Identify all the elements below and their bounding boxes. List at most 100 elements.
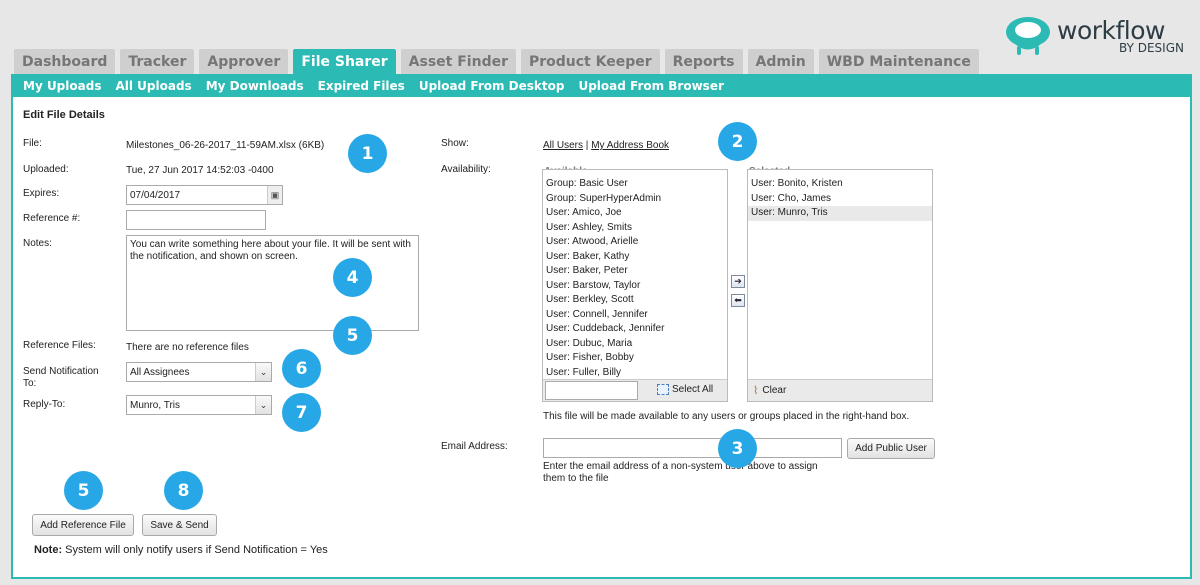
my-address-book-link[interactable]: My Address Book <box>591 140 669 151</box>
send-notification-label-line2: To: <box>23 378 37 389</box>
uploaded-label: Uploaded: <box>23 164 69 175</box>
list-item[interactable]: User: Atwood, Arielle <box>543 235 727 250</box>
file-name-value: Milestones_06-26-2017_11-59AM.xlsx (6KB) <box>126 140 325 151</box>
list-item[interactable]: User: Ashley, Smits <box>543 221 727 236</box>
expires-date-field[interactable]: 07/04/2017 ▣ <box>126 185 283 205</box>
expires-label: Expires: <box>23 188 60 199</box>
tab-dashboard[interactable]: Dashboard <box>14 49 116 75</box>
select-all-label: Select All <box>672 384 714 395</box>
tab-file-sharer[interactable]: File Sharer <box>293 49 396 75</box>
clear-button[interactable]: ⌇ Clear <box>753 384 786 397</box>
all-users-link[interactable]: All Users <box>543 140 583 151</box>
subnav-my-downloads[interactable]: My Downloads <box>206 79 304 93</box>
main-tabs: Dashboard Tracker Approver File Sharer A… <box>14 49 979 75</box>
reply-to-select[interactable]: Munro, Tris ⌄ <box>126 395 272 415</box>
callout-marker-1: 1 <box>348 134 387 173</box>
edit-file-panel: Edit File Details File: Milestones_06-26… <box>11 97 1192 579</box>
reference-label: Reference #: <box>23 213 81 224</box>
save-and-send-button[interactable]: Save & Send <box>142 514 217 536</box>
tab-wbd-maintenance[interactable]: WBD Maintenance <box>818 49 979 75</box>
show-label: Show: <box>441 138 469 149</box>
list-item[interactable]: User: Baker, Kathy <box>543 250 727 265</box>
chevron-down-icon: ⌄ <box>255 396 271 414</box>
logo-tagline: BY DESIGN <box>1119 41 1184 55</box>
list-item[interactable]: User: Bonito, Kristen <box>748 177 932 192</box>
reference-files-value: There are no reference files <box>126 342 249 353</box>
notification-note: Note: System will only notify users if S… <box>34 544 328 556</box>
move-right-arrow-icon[interactable]: ➔ <box>731 275 745 288</box>
show-filter-links: All Users | My Address Book <box>543 140 669 151</box>
callout-marker-5: 5 <box>333 316 372 355</box>
tab-asset-finder[interactable]: Asset Finder <box>400 49 516 75</box>
reply-to-value: Munro, Tris <box>130 399 181 411</box>
workflow-logo: workflow BY DESIGN <box>1003 12 1193 62</box>
available-list: Group: Basic User Group: SuperHyperAdmin U… <box>543 170 727 380</box>
show-separator: | <box>585 140 589 151</box>
tab-tracker[interactable]: Tracker <box>120 49 195 75</box>
list-item[interactable]: User: Fisher, Bobby <box>543 351 727 366</box>
add-public-user-button[interactable]: Add Public User <box>847 438 935 459</box>
list-item[interactable]: User: Connell, Jennifer <box>543 308 727 323</box>
send-notification-label-line1: Send Notification <box>23 366 99 377</box>
email-address-input[interactable] <box>543 438 842 458</box>
send-notification-select[interactable]: All Assignees ⌄ <box>126 362 272 382</box>
tab-reports[interactable]: Reports <box>664 49 743 75</box>
list-item[interactable]: User: Munro, Tris <box>748 206 932 221</box>
selected-list: User: Bonito, Kristen User: Cho, James Use… <box>748 170 932 221</box>
file-label: File: <box>23 138 42 149</box>
select-all-button[interactable]: Select All <box>657 384 713 395</box>
list-item[interactable]: Group: SuperHyperAdmin <box>543 192 727 207</box>
chevron-down-icon: ⌄ <box>255 363 271 381</box>
callout-marker-8: 8 <box>164 471 203 510</box>
tab-product-keeper[interactable]: Product Keeper <box>520 49 660 75</box>
expires-date-value: 07/04/2017 <box>130 189 181 201</box>
notes-label: Notes: <box>23 238 52 249</box>
subnav-my-uploads[interactable]: My Uploads <box>23 79 101 93</box>
selected-footer: ⌇ Clear <box>748 379 932 401</box>
available-listbox[interactable]: Group: Basic User Group: SuperHyperAdmin U… <box>542 169 728 402</box>
subnav-upload-from-browser[interactable]: Upload From Browser <box>578 79 723 93</box>
email-help-line2: them to the file <box>543 473 609 484</box>
sub-navigation: My Uploads All Uploads My Downloads Expi… <box>11 74 1192 97</box>
email-help-line1: Enter the email address of a non-system … <box>543 461 818 472</box>
subnav-upload-from-desktop[interactable]: Upload From Desktop <box>419 79 565 93</box>
reference-number-input[interactable] <box>126 210 266 230</box>
email-address-label: Email Address: <box>441 441 508 452</box>
send-notification-label: Send Notification To: <box>23 366 99 390</box>
subnav-expired-files[interactable]: Expired Files <box>318 79 405 93</box>
availability-label: Availability: <box>441 164 491 175</box>
callout-marker-3: 3 <box>718 429 757 468</box>
email-help-text: Enter the email address of a non-system … <box>543 461 818 485</box>
list-item[interactable]: Group: Basic User <box>543 177 727 192</box>
list-item[interactable]: User: Barstow, Taylor <box>543 279 727 294</box>
tab-admin[interactable]: Admin <box>747 49 814 75</box>
clear-label: Clear <box>762 385 787 396</box>
available-filter-input[interactable] <box>545 381 638 400</box>
list-item[interactable]: User: Amico, Joe <box>543 206 727 221</box>
list-item[interactable]: User: Fuller, Billy <box>543 366 727 381</box>
subnav-all-uploads[interactable]: All Uploads <box>115 79 191 93</box>
callout-marker-6: 6 <box>282 349 321 388</box>
tab-approver[interactable]: Approver <box>199 49 289 75</box>
uploaded-value: Tue, 27 Jun 2017 14:52:03 -0400 <box>126 165 274 176</box>
page-title: Edit File Details <box>23 109 105 121</box>
list-item[interactable]: User: Cho, James <box>748 192 932 207</box>
note-bold: Note: <box>34 544 63 556</box>
callout-marker-7: 7 <box>282 393 321 432</box>
callout-marker-5b: 5 <box>64 471 103 510</box>
note-text: System will only notify users if Send No… <box>62 544 328 556</box>
selected-listbox[interactable]: User: Bonito, Kristen User: Cho, James Use… <box>747 169 933 402</box>
reference-files-label: Reference Files: <box>23 340 96 351</box>
add-reference-file-button[interactable]: Add Reference File <box>32 514 134 536</box>
move-left-arrow-icon[interactable]: ⬅ <box>731 294 745 307</box>
list-item[interactable]: User: Cuddeback, Jennifer <box>543 322 727 337</box>
send-notification-value: All Assignees <box>130 366 190 378</box>
broom-icon: ⌇ <box>753 385 759 397</box>
list-item[interactable]: User: Baker, Peter <box>543 264 727 279</box>
notes-textarea[interactable]: You can write something here about your … <box>126 235 419 331</box>
reply-to-label: Reply-To: <box>23 399 66 410</box>
list-item[interactable]: User: Dubuc, Maria <box>543 337 727 352</box>
list-item[interactable]: User: Berkley, Scott <box>543 293 727 308</box>
calendar-icon[interactable]: ▣ <box>267 186 282 204</box>
select-all-icon <box>657 384 669 395</box>
